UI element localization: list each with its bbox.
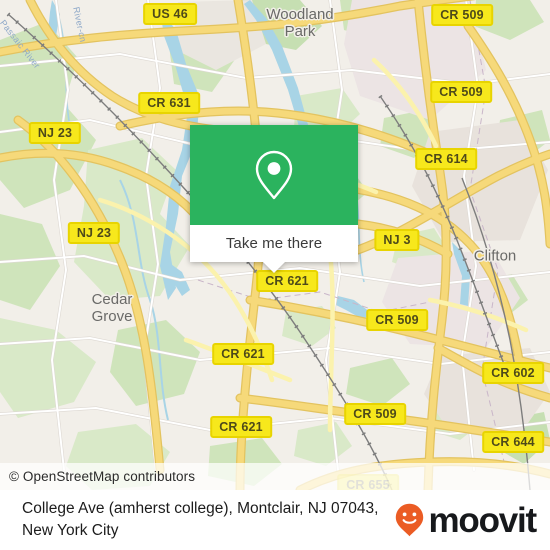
- popup-action-bar[interactable]: Take me there: [190, 225, 358, 262]
- attribution-text[interactable]: © OpenStreetMap contributors: [9, 469, 195, 484]
- location-title: College Ave (amherst college), Montclair…: [22, 500, 379, 539]
- map-canvas[interactable]: .land { fill:#f2efe9; } .green { fill:#c…: [0, 0, 550, 490]
- road-shield-us-46[interactable]: US 46: [143, 3, 197, 25]
- screenshot-root: .land { fill:#f2efe9; } .green { fill:#c…: [0, 0, 550, 550]
- road-shield-cr-621-mid[interactable]: CR 621: [212, 343, 274, 365]
- map-pin-icon: [255, 150, 293, 200]
- road-shield-cr-644[interactable]: CR 644: [482, 431, 544, 453]
- map-attribution-bar: © OpenStreetMap contributors: [0, 463, 550, 490]
- road-shield-cr-509-mid[interactable]: CR 509: [430, 81, 492, 103]
- road-shield-cr-614[interactable]: CR 614: [415, 148, 477, 170]
- moovit-brand[interactable]: moovit: [395, 500, 537, 540]
- road-shield-cr-602[interactable]: CR 602: [482, 362, 544, 384]
- footer-bar: College Ave (amherst college), Montclair…: [0, 490, 550, 550]
- road-shield-cr-631[interactable]: CR 631: [138, 92, 200, 114]
- road-shield-cr-621-north[interactable]: CR 621: [256, 270, 318, 292]
- take-me-there-button[interactable]: Take me there: [226, 235, 322, 252]
- road-shield-nj-23-north[interactable]: NJ 23: [28, 122, 82, 144]
- moovit-wordmark: moovit: [428, 500, 537, 540]
- popup-header: [190, 125, 358, 225]
- road-shield-cr-621-south[interactable]: CR 621: [210, 416, 272, 438]
- destination-popup[interactable]: Take me there: [190, 125, 358, 273]
- road-shield-cr-509-south[interactable]: CR 509: [344, 403, 406, 425]
- moovit-smiley-pin-icon: [396, 503, 424, 537]
- popup-pointer-arrow: [263, 262, 285, 273]
- road-shield-nj-23-south[interactable]: NJ 23: [67, 222, 121, 244]
- road-shield-cr-509-north[interactable]: CR 509: [431, 4, 493, 26]
- road-shield-nj-3[interactable]: NJ 3: [374, 229, 420, 251]
- road-shield-cr-509-east[interactable]: CR 509: [366, 309, 428, 331]
